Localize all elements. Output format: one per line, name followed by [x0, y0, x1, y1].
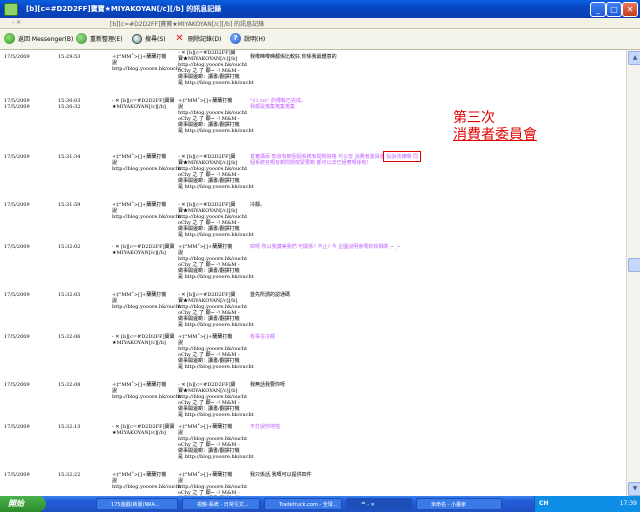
taskbar-item[interactable]: 175遊戲(新版)NRA... — [96, 498, 178, 510]
history-log[interactable]: 17/5/2009 15:29:53 +‡°MM˚>[]+蘭蘭打機 說 http… — [0, 50, 626, 496]
help-icon: ? — [230, 33, 241, 44]
vertical-scrollbar[interactable]: ▲ ▼ — [626, 50, 640, 496]
message-sender: - ✕ [b][c=#D2D2FF]寶寶 ★MIYAKOYAN[/c][/b] — [112, 334, 175, 346]
message-sender: - ✕ [b][c=#D2D2FF]寶寶 ★MIYAKOYAN[/c][/b] — [112, 424, 175, 436]
language-indicator[interactable]: CH — [539, 500, 548, 507]
refresh-button[interactable]: 重新整理(E) — [76, 32, 122, 45]
message-text: 不打說你地啦 — [250, 424, 281, 430]
message-recipient: +‡°MM˚>[]+蘭蘭打機 說 http://blog.yooore.hk/o… — [178, 472, 248, 496]
message-date: 17/5/2009 — [4, 154, 30, 160]
message-time: 15:32:13 — [58, 424, 81, 430]
find-button[interactable]: 搜尋(S) — [132, 32, 166, 45]
message-recipient: - ✕ [b][c=#D2D2FF]寶 寶★MIYAKOYAN[/c][/b] … — [178, 50, 254, 86]
delete-label: 刪除記錄(D) — [188, 36, 222, 43]
message-recipient: - ✕ [b][c=#D2D2FF]寶 寶★MIYAKOYAN[/c][/b] … — [178, 154, 254, 190]
refresh-icon — [76, 33, 87, 44]
taskbar-item[interactable]: 視鏡-系統 - 日常引文... — [182, 498, 260, 510]
message-time: 15:32:22 — [58, 472, 81, 478]
message-text: 我只係話,我嘅可以提供四件 — [250, 472, 312, 478]
messenger-app-icon — [4, 3, 18, 16]
taskbar-item[interactable]: 未命名 - 小畫家 — [416, 498, 502, 510]
message-time: 15:30:03 15:30:32 — [58, 98, 81, 110]
message-date: 17/5/2009 — [4, 244, 30, 250]
message-date: 17/5/2009 17/5/2009 — [4, 98, 30, 110]
window-title: [b][c=#D2D2FF]寶寶★MIYAKOYAN[/c][/b] 的訊息記錄 — [26, 5, 222, 13]
message-text: 有事在冷靜 — [250, 334, 276, 340]
scroll-thumb[interactable] — [628, 258, 640, 272]
message-time: 15:29:53 — [58, 54, 81, 60]
scroll-down-button[interactable]: ▼ — [628, 482, 640, 496]
message-time: 15:32:08 — [58, 382, 81, 388]
message-recipient: +‡°MM˚>[]+蘭蘭打機 說 http://blog.yooore.hk/o… — [178, 244, 254, 280]
find-label: 搜尋(S) — [145, 36, 166, 43]
message-text: 我嚟睇嚟睇都係比較好,你係我最鍾意的 — [250, 54, 337, 60]
infobar-caption: [b][c=#D2D2FF]寶寶★MIYAKOYAN[/c][/b] 的訊息記錄 — [110, 21, 265, 28]
message-recipient: - ✕ [b][c=#D2D2FF]寶 寶★MIYAKOYAN[/c][/b] … — [178, 202, 254, 238]
message-sender: +‡°MM˚>[]+蘭蘭打機 說 http://blog.yooore.hk/o… — [112, 202, 182, 220]
message-text: "01.txt" 的傳輸已完成。 我都是蒐集蒐集蒐集 — [250, 98, 306, 110]
delete-x-icon: ✕ — [175, 33, 184, 44]
delete-history-button[interactable]: ✕ 刪除記錄(D) — [174, 32, 221, 45]
message-sender: +‡°MM˚>[]+蘭蘭打機 說 http://blog.yooore.hk/o… — [112, 472, 182, 490]
message-date: 17/5/2009 — [4, 292, 30, 298]
message-date: 17/5/2009 — [4, 334, 30, 340]
message-time: 15:31:59 — [58, 202, 81, 208]
system-tray: CH 17:39 — [534, 496, 640, 512]
message-date: 17/5/2009 — [4, 472, 30, 478]
toolbar: 返回 Messenger(B) 重新整理(E) 搜尋(S) ✕ 刪除記錄(D) … — [0, 29, 640, 50]
taskbar-item[interactable]: Tradetruck.com - 全球... — [264, 498, 342, 510]
maximize-button[interactable]: □ — [606, 2, 622, 17]
history-infobar: - ✕ [b][c=#D2D2FF]寶寶★MIYAKOYAN[/c][/b] 的… — [0, 18, 640, 29]
message-sender: - ✕ [b][c=#D2D2FF]寶寶 ★MIYAKOYAN[/c][/b] — [112, 98, 175, 110]
message-recipient: +‡°MM˚>[]+蘭蘭打機 說 http://blog.yooore.hk/o… — [178, 98, 254, 134]
message-sender: +‡°MM˚>[]+蘭蘭打機 說 http://blog.yooore.hk/o… — [112, 54, 182, 72]
message-sender: +‡°MM˚>[]+蘭蘭打機 說 http://blog.yooore.hk/o… — [112, 382, 182, 400]
taskbar: 開始 175遊戲(新版)NRA... 視鏡-系統 - 日常引文... Trade… — [0, 496, 640, 512]
back-to-messenger-button[interactable]: 返回 Messenger(B) — [4, 32, 73, 45]
message-recipient: +‡°MM˚>[]+蘭蘭打機 說 http://blog.yooore.hk/o… — [178, 334, 254, 370]
message-sender: +‡°MM˚>[]+蘭蘭打機 說 http://blog.yooore.hk/o… — [112, 292, 182, 310]
message-time: 15:32:02 — [58, 244, 81, 250]
message-recipient: - ✕ [b][c=#D2D2FF]寶 寶★MIYAKOYAN[/c][/b] … — [178, 382, 254, 418]
message-date: 17/5/2009 — [4, 424, 30, 430]
message-text: 首先所謂的認通碼 — [250, 292, 291, 298]
highlight-box — [383, 151, 421, 162]
window-titlebar[interactable]: [b][c=#D2D2FF]寶寶★MIYAKOYAN[/c][/b] 的訊息記錄… — [0, 0, 640, 18]
message-text: 我無話我要你呀 — [250, 382, 286, 388]
message-sender: - ✕ [b][c=#D2D2FF]寶寶 ★MIYAKOYAN[/c][/b] — [112, 244, 175, 256]
message-date: 17/5/2009 — [4, 202, 30, 208]
minimize-button[interactable]: _ — [590, 2, 606, 17]
close-button[interactable]: ✕ — [622, 2, 638, 17]
help-button[interactable]: ? 說明(H) — [230, 32, 265, 45]
message-date: 17/5/2009 — [4, 382, 30, 388]
refresh-label: 重新整理(E) — [90, 36, 123, 43]
message-time: 15:31:34 — [58, 154, 81, 160]
annotation-line-1: 第三次 — [453, 110, 495, 126]
clock: 17:39 — [619, 500, 637, 507]
annotation-line-2: 消費者委員會 — [453, 127, 537, 143]
magnifier-icon — [132, 33, 142, 44]
message-time: 15:32:06 — [58, 334, 81, 340]
back-arrow-icon — [4, 33, 15, 44]
message-recipient: - ✕ [b][c=#D2D2FF]寶 寶★MIYAKOYAN[/c][/b] … — [178, 292, 254, 328]
taskbar-item[interactable]: ᅋ - ✕ — [346, 498, 412, 510]
red-annotation: 第三次 消費者委員會 — [453, 110, 537, 144]
scroll-up-button[interactable]: ▲ — [628, 51, 640, 65]
message-recipient: +‡°MM˚>[]+蘭蘭打機 說 http://blog.yooore.hk/o… — [178, 424, 254, 460]
message-date: 17/5/2009 — [4, 54, 30, 60]
help-label: 說明(H) — [244, 36, 266, 43]
message-time: 15:32:03 — [58, 292, 81, 298]
back-label: 返回 Messenger(B) — [18, 36, 74, 43]
message-text: 冷靜。 — [250, 202, 266, 208]
message-sender: +‡°MM˚>[]+蘭蘭打機 說 http://blog.yooore.hk/o… — [112, 154, 182, 172]
message-text: 咁呀 所以我讚美我們 可開係? 不止? 今 企圖說明會嘅有效相啲 ~_~ — [250, 244, 401, 250]
start-button[interactable]: 開始 — [0, 496, 46, 512]
infobar-back-glyph[interactable]: - ✕ — [12, 19, 21, 26]
